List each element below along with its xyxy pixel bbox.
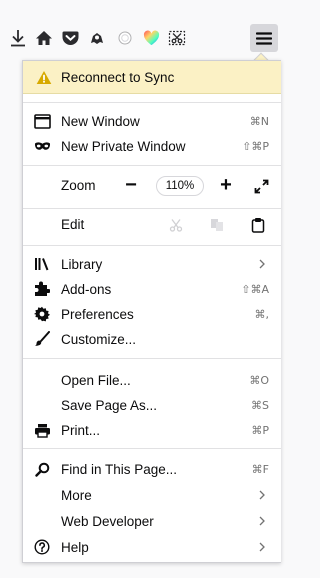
menu-item-label: Web Developer	[61, 513, 154, 529]
menu-item-label: New Window	[61, 113, 140, 129]
menu-item-label: More	[61, 487, 92, 503]
pocket-icon[interactable]	[60, 28, 80, 48]
chevron-right-icon	[259, 258, 267, 270]
divider	[23, 358, 281, 359]
chevron-right-icon	[259, 489, 267, 501]
menu-item-edit: Edit	[23, 210, 281, 240]
shortcut-label: ⌘F	[251, 462, 269, 476]
divider	[23, 165, 281, 166]
window-icon	[33, 112, 51, 130]
menu-item-save-page-as[interactable]: Save Page As... ⌘S	[23, 393, 281, 417]
menu-item-library[interactable]: Library	[23, 252, 281, 276]
hamburger-menu-icon[interactable]	[250, 24, 278, 52]
search-icon	[33, 460, 51, 478]
paste-icon[interactable]	[248, 215, 268, 235]
reconnect-sync-banner[interactable]: Reconnect to Sync	[23, 61, 281, 94]
divider	[23, 245, 281, 246]
menu-item-label: Customize...	[61, 331, 137, 347]
circle-icon[interactable]	[115, 28, 135, 48]
warning-icon	[36, 70, 52, 85]
menu-item-preferences[interactable]: Preferences ⌘,	[23, 302, 281, 326]
shortcut-label: ⌘N	[249, 114, 269, 128]
extension-icon[interactable]	[87, 28, 107, 48]
copy-icon[interactable]	[207, 215, 227, 235]
shortcut-label: ⌘O	[249, 373, 269, 387]
shortcut-label: ⌘S	[251, 398, 269, 412]
divider	[23, 102, 281, 103]
menu-item-help[interactable]: Help	[23, 535, 281, 559]
heart-icon[interactable]	[141, 28, 161, 48]
printer-icon	[33, 421, 51, 439]
shortcut-label: ⌘,	[254, 307, 270, 321]
menu-item-addons[interactable]: Add-ons ⇧⌘A	[23, 277, 281, 301]
menu-item-new-private-window[interactable]: New Private Window ⇧⌘P	[23, 134, 281, 158]
fullscreen-icon[interactable]	[252, 175, 270, 197]
zoom-in-button[interactable]: +	[217, 174, 235, 196]
divider	[23, 448, 281, 449]
menu-item-label: New Private Window	[61, 138, 186, 154]
library-icon	[33, 255, 51, 273]
menu-item-open-file[interactable]: Open File... ⌘O	[23, 368, 281, 392]
shortcut-label: ⇧⌘P	[242, 139, 269, 153]
help-icon	[33, 538, 51, 556]
screenshot-icon[interactable]	[167, 28, 187, 48]
paintbrush-icon	[33, 330, 51, 348]
zoom-label: Zoom	[61, 178, 96, 193]
chevron-right-icon	[259, 541, 267, 553]
shortcut-label: ⌘P	[251, 423, 269, 437]
menu-item-print[interactable]: Print... ⌘P	[23, 418, 281, 442]
menu-item-web-developer[interactable]: Web Developer	[23, 509, 281, 533]
menu-item-label: Print...	[61, 422, 101, 438]
menu-item-customize[interactable]: Customize...	[23, 327, 281, 351]
shortcut-label: ⇧⌘A	[241, 282, 269, 296]
app-menu-panel: Reconnect to Sync New Window ⌘N New Priv…	[22, 60, 281, 563]
menu-item-label: Save Page As...	[61, 397, 158, 413]
cut-icon[interactable]	[166, 215, 186, 235]
menu-item-more[interactable]: More	[23, 483, 281, 507]
menu-item-label: Preferences	[61, 306, 134, 322]
private-mask-icon	[33, 137, 51, 155]
menu-item-label: Help	[61, 539, 89, 555]
menu-item-label: Library	[61, 256, 103, 272]
puzzle-piece-icon	[33, 280, 51, 298]
edit-label: Edit	[61, 217, 85, 232]
toolbar	[0, 0, 281, 62]
menu-item-new-window[interactable]: New Window ⌘N	[23, 109, 281, 133]
reconnect-sync-label: Reconnect to Sync	[61, 69, 175, 85]
menu-item-zoom: Zoom − 110% +	[23, 171, 281, 201]
gear-icon	[33, 305, 51, 323]
zoom-out-button[interactable]: −	[122, 174, 140, 196]
menu-item-label: Add-ons	[61, 281, 112, 297]
divider	[23, 208, 281, 209]
zoom-reset-button[interactable]: 110%	[156, 176, 204, 196]
chevron-right-icon	[259, 515, 267, 527]
home-icon[interactable]	[34, 28, 54, 48]
menu-item-label: Find in This Page...	[61, 461, 178, 477]
menu-item-find-in-page[interactable]: Find in This Page... ⌘F	[23, 457, 281, 481]
download-icon[interactable]	[8, 28, 28, 48]
menu-item-label: Open File...	[61, 372, 131, 388]
